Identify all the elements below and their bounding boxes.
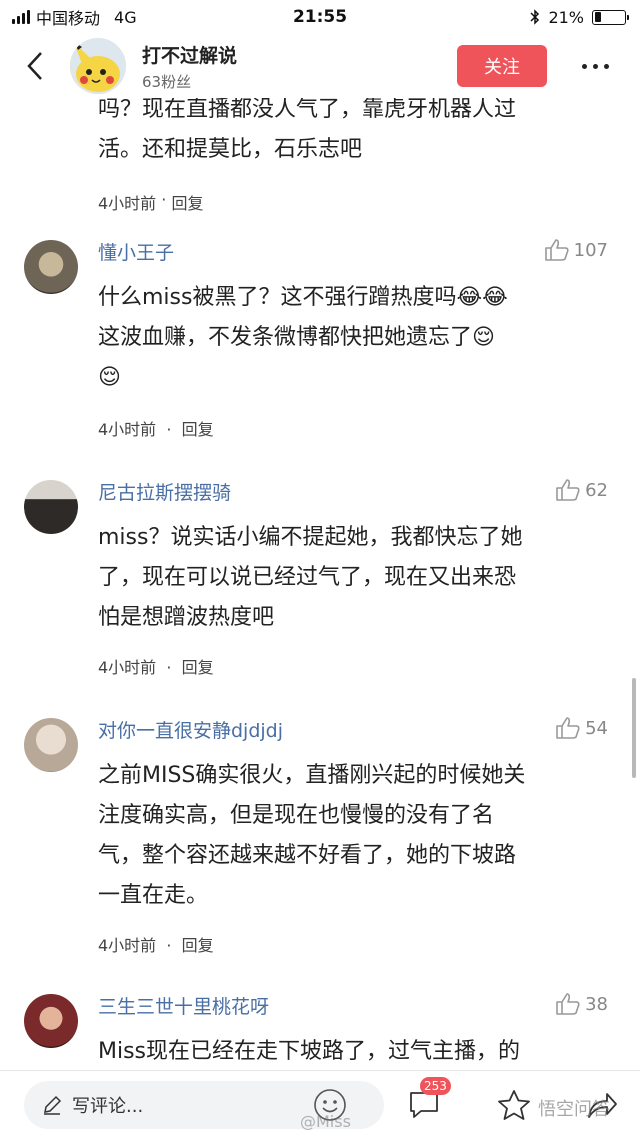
reply-link[interactable]: 回复 <box>171 190 203 214</box>
comment-username[interactable]: 尼古拉斯摆摆骑 <box>98 478 231 505</box>
star-icon <box>498 1090 530 1120</box>
reply-link[interactable]: 回复 <box>182 936 214 955</box>
comment-item-partial: 吗？现在直播都没人气了，靠虎牙机器人过 活。还和提莫比，石乐志吧 4小时前 · … <box>98 98 618 214</box>
comment-text-line: 这波血赚，不发条微博都快把她遗忘了😌 <box>98 325 495 350</box>
comments-button[interactable]: 253 <box>404 1077 451 1125</box>
weibo-watermark: @Miss <box>300 1112 351 1131</box>
comment-body: 什么miss被黑了？这不强行蹭热度吗😂😂 这波血赚，不发条微博都快把她遗忘了😌 … <box>98 278 618 398</box>
author-avatar[interactable] <box>70 38 126 94</box>
reply-link[interactable]: 回复 <box>182 420 214 439</box>
comment-text-line: 😌 <box>98 365 121 390</box>
comment-time: 4小时前 <box>98 420 157 439</box>
favorite-button[interactable] <box>494 1085 534 1125</box>
follow-button[interactable]: 关注 <box>457 45 547 87</box>
pen-icon <box>44 1095 62 1115</box>
user-avatar[interactable] <box>24 994 78 1048</box>
like-count: 107 <box>573 239 608 261</box>
user-avatar[interactable] <box>24 240 78 294</box>
comment-count-badge: 253 <box>420 1077 451 1095</box>
chevron-left-icon <box>27 52 42 80</box>
brand-watermark: 悟空问答 <box>538 1099 610 1120</box>
more-dot <box>603 63 609 69</box>
write-comment-placeholder: 写评论... <box>72 1096 144 1117</box>
comment-meta: 4小时前 · 回复 <box>98 416 214 440</box>
meta-separator: · <box>161 936 177 955</box>
like-count: 38 <box>585 993 608 1015</box>
comment-time: 4小时前 <box>98 658 157 677</box>
scrollbar[interactable] <box>632 678 636 778</box>
battery-icon <box>592 9 629 25</box>
status-right: 21% <box>506 7 629 27</box>
comment-text-line: 什么miss被黑了？这不强行蹭热度吗😂😂 <box>98 285 508 310</box>
network-type: 4G <box>114 7 137 27</box>
thumbs-up-icon <box>544 239 569 261</box>
more-dot <box>592 63 598 69</box>
pikachu-avatar-image <box>70 38 126 94</box>
bluetooth-icon <box>530 9 540 25</box>
article-header: 打不过解说 63粉丝 关注 <box>0 34 640 98</box>
comment-username[interactable]: 对你一直很安静djdjdj <box>98 716 283 743</box>
signal-icon <box>12 10 30 24</box>
comment-username[interactable]: 三生三世十里桃花呀 <box>98 992 269 1019</box>
comment-text-line: 了，现在可以说已经过气了，现在又出来恐 <box>98 565 517 590</box>
thumbs-up-icon <box>556 717 580 739</box>
author-fans-count: 63粉丝 <box>142 72 192 91</box>
comment-text-line: miss？说实话小编不提起她，我都快忘了她 <box>98 525 523 550</box>
like-button[interactable]: 107 <box>544 238 608 262</box>
comment-text-line: 气，整个容还越来越不好看了，她的下坡路 <box>98 843 517 868</box>
thumbs-up-icon <box>556 993 580 1015</box>
comment-text-line: 活。还和提莫比，石乐志吧 <box>98 137 363 162</box>
comment-body: miss？说实话小编不提起她，我都快忘了她 了，现在可以说已经过气了，现在又出来… <box>98 518 618 638</box>
meta-separator: · <box>161 658 177 677</box>
author-info: 打不过解说 63粉丝 <box>142 41 237 92</box>
status-bar: 中国移动 4G 21:55 21% <box>0 0 640 34</box>
comment-time: 4小时前 <box>98 194 157 213</box>
meta-separator: · <box>161 420 177 439</box>
comment-text-line: 吗？现在直播都没人气了，靠虎牙机器人过 <box>98 98 517 122</box>
battery-fill <box>594 12 601 22</box>
comment-text-line: Miss现在已经在走下坡路了，过气主播，的 <box>98 1039 521 1064</box>
comment-meta: 4小时前 · 回复 <box>98 932 214 956</box>
like-count: 62 <box>585 479 608 501</box>
like-button[interactable]: 54 <box>555 716 608 740</box>
like-count: 54 <box>585 717 608 739</box>
user-avatar[interactable] <box>24 718 78 772</box>
comment-body: Miss现在已经在走下坡路了，过气主播，的 <box>98 1032 618 1070</box>
comment-meta: 4小时前 · 回复 <box>98 190 618 214</box>
like-button[interactable]: 62 <box>555 478 608 502</box>
comment-text-line: 怕是想蹭波热度吧 <box>98 605 275 630</box>
status-left: 中国移动 4G <box>12 5 212 29</box>
thumbs-up-icon <box>556 479 580 501</box>
meta-separator: · <box>156 190 172 209</box>
more-dot <box>581 63 587 69</box>
comment-text-line: 一直在走。 <box>98 883 209 908</box>
comment-username[interactable]: 懂小王子 <box>98 238 174 265</box>
comment-text-line: 注度确实高，但是现在也慢慢的没有了名 <box>98 803 495 828</box>
user-avatar[interactable] <box>24 480 78 534</box>
reply-link[interactable]: 回复 <box>182 658 214 677</box>
more-button[interactable] <box>570 50 620 82</box>
like-button[interactable]: 38 <box>555 992 608 1016</box>
back-button[interactable] <box>0 34 70 98</box>
battery-percent: 21% <box>548 7 584 27</box>
comment-text-line: 之前MISS确实很火，直播刚兴起的时候她关 <box>98 763 526 788</box>
comment-time: 4小时前 <box>98 936 157 955</box>
comment-body: 之前MISS确实很火，直播刚兴起的时候她关 注度确实高，但是现在也慢慢的没有了名… <box>98 756 618 916</box>
comment-meta: 4小时前 · 回复 <box>98 654 214 678</box>
comment-list[interactable]: 吗？现在直播都没人气了，靠虎牙机器人过 活。还和提莫比，石乐志吧 4小时前 · … <box>0 98 640 1070</box>
carrier-name: 中国移动 <box>36 9 101 28</box>
author-name[interactable]: 打不过解说 <box>142 41 237 68</box>
